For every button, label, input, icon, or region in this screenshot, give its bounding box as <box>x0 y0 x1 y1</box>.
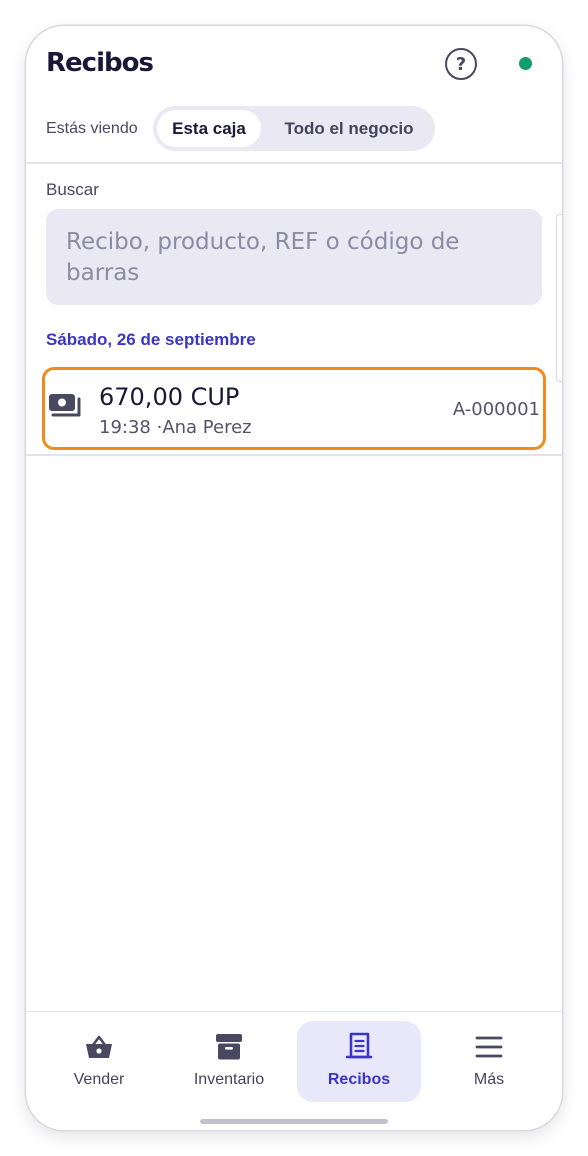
receipt-amount: 670,00 CUP <box>99 383 240 411</box>
app-screen: Recibos ? Estás viendo Esta caja Todo el… <box>26 26 562 1130</box>
receipt-row[interactable]: 670,00 CUP 19:38 ·Ana Perez A-000001 <box>42 367 546 450</box>
scrollbar[interactable] <box>556 214 562 382</box>
nav-label: Recibos <box>327 1071 391 1088</box>
receipt-id: A-000001 <box>452 399 540 420</box>
receipt-meta: 19:38 ·Ana Perez <box>99 417 252 438</box>
nav-label: Más <box>473 1071 505 1088</box>
view-toggle-label: Estás viendo <box>46 120 138 137</box>
status-dot-icon <box>519 57 532 70</box>
basket-icon <box>86 1035 112 1058</box>
receipt-cashier: ·Ana Perez <box>156 417 252 438</box>
nav-vender[interactable]: Vender <box>37 1021 161 1102</box>
archive-box-icon <box>216 1034 242 1060</box>
receipt-time: 19:38 <box>99 417 151 438</box>
segment-esta-caja[interactable]: Esta caja <box>157 110 261 147</box>
view-toggle-row: Estás viendo Esta caja Todo el negocio <box>26 106 562 162</box>
search-input[interactable]: Recibo, producto, REF o código de barras <box>46 209 542 305</box>
nav-label: Vender <box>73 1071 125 1088</box>
bottom-nav: Vender Inventario Recibos Más <box>26 1011 562 1130</box>
view-segmented-control: Esta caja Todo el negocio <box>153 106 435 151</box>
nav-label: Inventario <box>193 1071 265 1088</box>
menu-icon <box>475 1036 503 1058</box>
help-icon[interactable]: ? <box>445 48 477 80</box>
segment-todo-el-negocio[interactable]: Todo el negocio <box>271 110 427 147</box>
nav-recibos[interactable]: Recibos <box>297 1021 421 1102</box>
nav-mas[interactable]: Más <box>427 1021 551 1102</box>
receipt-icon <box>345 1032 373 1059</box>
divider <box>26 454 562 456</box>
divider <box>26 162 562 164</box>
nav-inventario[interactable]: Inventario <box>167 1021 291 1102</box>
search-label: Buscar <box>46 180 99 199</box>
page-title: Recibos <box>46 48 154 78</box>
date-group-header: Sábado, 26 de septiembre <box>46 330 256 349</box>
home-indicator[interactable] <box>200 1119 388 1124</box>
app-header: Recibos ? <box>26 26 562 106</box>
cash-icon <box>49 394 81 417</box>
